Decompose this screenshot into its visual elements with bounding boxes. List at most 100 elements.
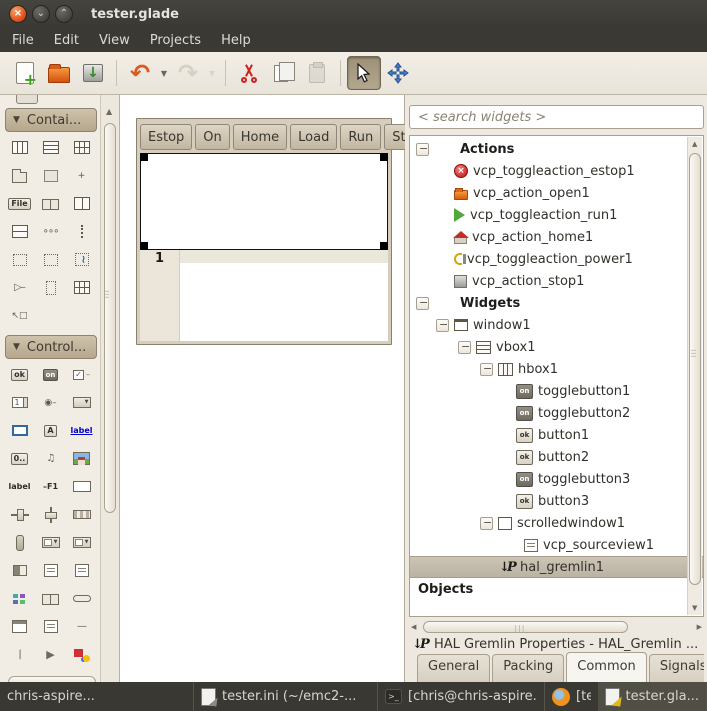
designed-hal-gremlin1[interactable]	[140, 153, 388, 250]
palette-item-togglebutton[interactable]: on	[35, 365, 66, 384]
palette-item-handlebox[interactable]	[66, 278, 97, 297]
designed-button[interactable]: Estop	[140, 124, 192, 150]
palette-item-accellabel[interactable]: –F1	[35, 477, 66, 496]
tree-scrollbar-thumb[interactable]	[689, 153, 701, 585]
redo-button[interactable]: ↷	[171, 56, 205, 90]
menu-item[interactable]: File	[2, 30, 44, 51]
tab-{label}[interactable]: Packing	[492, 654, 564, 682]
tree-row[interactable]: togglebutton1	[410, 380, 687, 402]
containers-section-header[interactable]: ▼ Contai...	[5, 108, 97, 132]
palette-item-filechooser-button[interactable]: File	[4, 194, 35, 213]
open-button[interactable]	[42, 56, 76, 90]
palette-item-hbuttonbox[interactable]	[35, 194, 66, 213]
tab-{label}[interactable]: Signals	[649, 654, 704, 682]
taskbar-item[interactable]: tester.ini (~/emc2-...	[194, 682, 378, 711]
palette-item-button[interactable]: ok	[4, 365, 35, 384]
menu-item[interactable]: View	[89, 30, 140, 51]
hscrollbar-track[interactable]: |||	[419, 621, 693, 633]
controls-section-header[interactable]: ▼ Control...	[5, 335, 97, 359]
palette-scrollbar-thumb[interactable]	[104, 123, 116, 513]
palette-hscrollbar-thumb[interactable]	[8, 676, 96, 682]
tree-row[interactable]: vcp_action_home1	[410, 226, 687, 248]
new-file-button[interactable]	[8, 56, 42, 90]
designed-button[interactable]: On	[195, 124, 229, 150]
designed-window1[interactable]: EstopOnHomeLoadRunStop 1	[136, 118, 392, 345]
palette-item-combobox2[interactable]	[35, 533, 66, 552]
palette-item-label[interactable]: label	[4, 477, 35, 496]
collapse-expander-icon[interactable]	[458, 341, 471, 354]
palette-item-textview[interactable]	[35, 561, 66, 580]
menu-item[interactable]: Help	[211, 30, 261, 51]
palette-item-iconview[interactable]	[4, 589, 35, 608]
palette-item-vbox[interactable]	[35, 138, 66, 157]
palette-item-custom-widget[interactable]	[66, 645, 97, 664]
designed-button[interactable]: Run	[340, 124, 381, 150]
palette-item-image[interactable]	[66, 449, 97, 468]
taskbar-item[interactable]: tester.gla...	[598, 682, 707, 711]
maximize-button[interactable]: ⌃	[55, 5, 73, 23]
palette-item-treeview[interactable]	[35, 617, 66, 636]
tree-row[interactable]: vcp_toggleaction_power1	[410, 248, 687, 270]
selection-handle[interactable]	[140, 153, 148, 161]
designed-vcp-sourceview1[interactable]	[180, 250, 388, 341]
copy-button[interactable]	[266, 56, 300, 90]
palette-item-viewport[interactable]	[35, 250, 66, 269]
palette-item-scrolledwindow[interactable]	[66, 250, 97, 269]
collapse-expander-icon[interactable]	[436, 319, 449, 332]
tree-vertical-scrollbar[interactable]: ▲ ─── ▼	[687, 137, 702, 615]
tree-row[interactable]: Widgets	[410, 292, 687, 314]
collapse-expander-icon[interactable]	[416, 297, 429, 310]
tree-row[interactable]: vcp_toggleaction_run1	[410, 204, 687, 226]
taskbar-item[interactable]: >_ [chris@chris-aspire...	[378, 682, 545, 711]
palette-item-arrow[interactable]: ▶	[35, 645, 66, 664]
tab-{label}[interactable]: General	[417, 654, 490, 682]
palette-scrollbar[interactable]: ▲ ───	[100, 95, 119, 682]
palette-item-frame[interactable]	[35, 166, 66, 185]
cut-button[interactable]	[232, 56, 266, 90]
palette-item-textview2[interactable]	[66, 561, 97, 580]
scroll-up-icon[interactable]: ▲	[106, 107, 112, 116]
design-canvas[interactable]: EstopOnHomeLoadRunStop 1	[120, 95, 405, 682]
tree-row[interactable]: vcp_action_open1	[410, 182, 687, 204]
scroll-left-icon[interactable]: ◀	[411, 623, 416, 631]
palette-item-hseparator2[interactable]: —	[66, 617, 97, 636]
tree-row[interactable]: button1	[410, 424, 687, 446]
tree-horizontal-scrollbar[interactable]: ◀ ||| ▶	[411, 620, 702, 633]
palette-item-hseparator-pill[interactable]	[66, 589, 97, 608]
palette-item-vseparator[interactable]	[66, 222, 97, 241]
select-mode-button[interactable]	[347, 56, 381, 90]
undo-dropdown-icon[interactable]: ▼	[157, 69, 171, 78]
tree-row[interactable]: hbox1	[410, 358, 687, 380]
scroll-right-icon[interactable]: ▶	[697, 623, 702, 631]
drag-resize-mode-button[interactable]	[381, 56, 415, 90]
taskbar-item[interactable]: [tester-1.png (PNG ...	[545, 682, 598, 711]
tree-row[interactable]: vcp_sourceview1	[410, 534, 687, 556]
tree-row[interactable]: vbox1	[410, 336, 687, 358]
search-widgets-input[interactable]	[409, 105, 704, 129]
palette-item-statusbar[interactable]	[4, 561, 35, 580]
palette-item-radiobutton[interactable]: ◉–	[35, 393, 66, 412]
palette-item-cellview[interactable]	[35, 589, 66, 608]
palette-item-combobox[interactable]	[66, 393, 97, 412]
tree-row[interactable]: vcp_action_stop1	[410, 270, 687, 292]
palette-item-linkbutton[interactable]: label	[66, 421, 97, 440]
collapse-expander-icon[interactable]	[480, 517, 493, 530]
save-button[interactable]: ↓	[76, 56, 110, 90]
palette-item-hpaned[interactable]	[66, 194, 97, 213]
tree-row[interactable]: togglebutton3	[410, 468, 687, 490]
selection-handle[interactable]	[380, 242, 388, 250]
palette-item-progressbar[interactable]	[66, 505, 97, 524]
collapse-expander-icon[interactable]	[416, 143, 429, 156]
tree-row[interactable]: button3	[410, 490, 687, 512]
palette-item-hseparator[interactable]: ∘∘∘	[35, 222, 66, 241]
designed-scrolledwindow1[interactable]: 1	[140, 250, 388, 341]
selection-handle[interactable]	[140, 242, 148, 250]
palette-item-comboboxentry[interactable]	[66, 533, 97, 552]
palette-item-entry[interactable]	[4, 421, 35, 440]
paste-button[interactable]	[300, 56, 334, 90]
palette-item-hscale[interactable]	[4, 505, 35, 524]
tree-row[interactable]: Objects	[410, 578, 687, 600]
scroll-down-icon[interactable]: ▼	[692, 604, 697, 612]
palette-item-alignment[interactable]: ↖□	[4, 306, 35, 325]
menu-item[interactable]: Edit	[44, 30, 89, 51]
